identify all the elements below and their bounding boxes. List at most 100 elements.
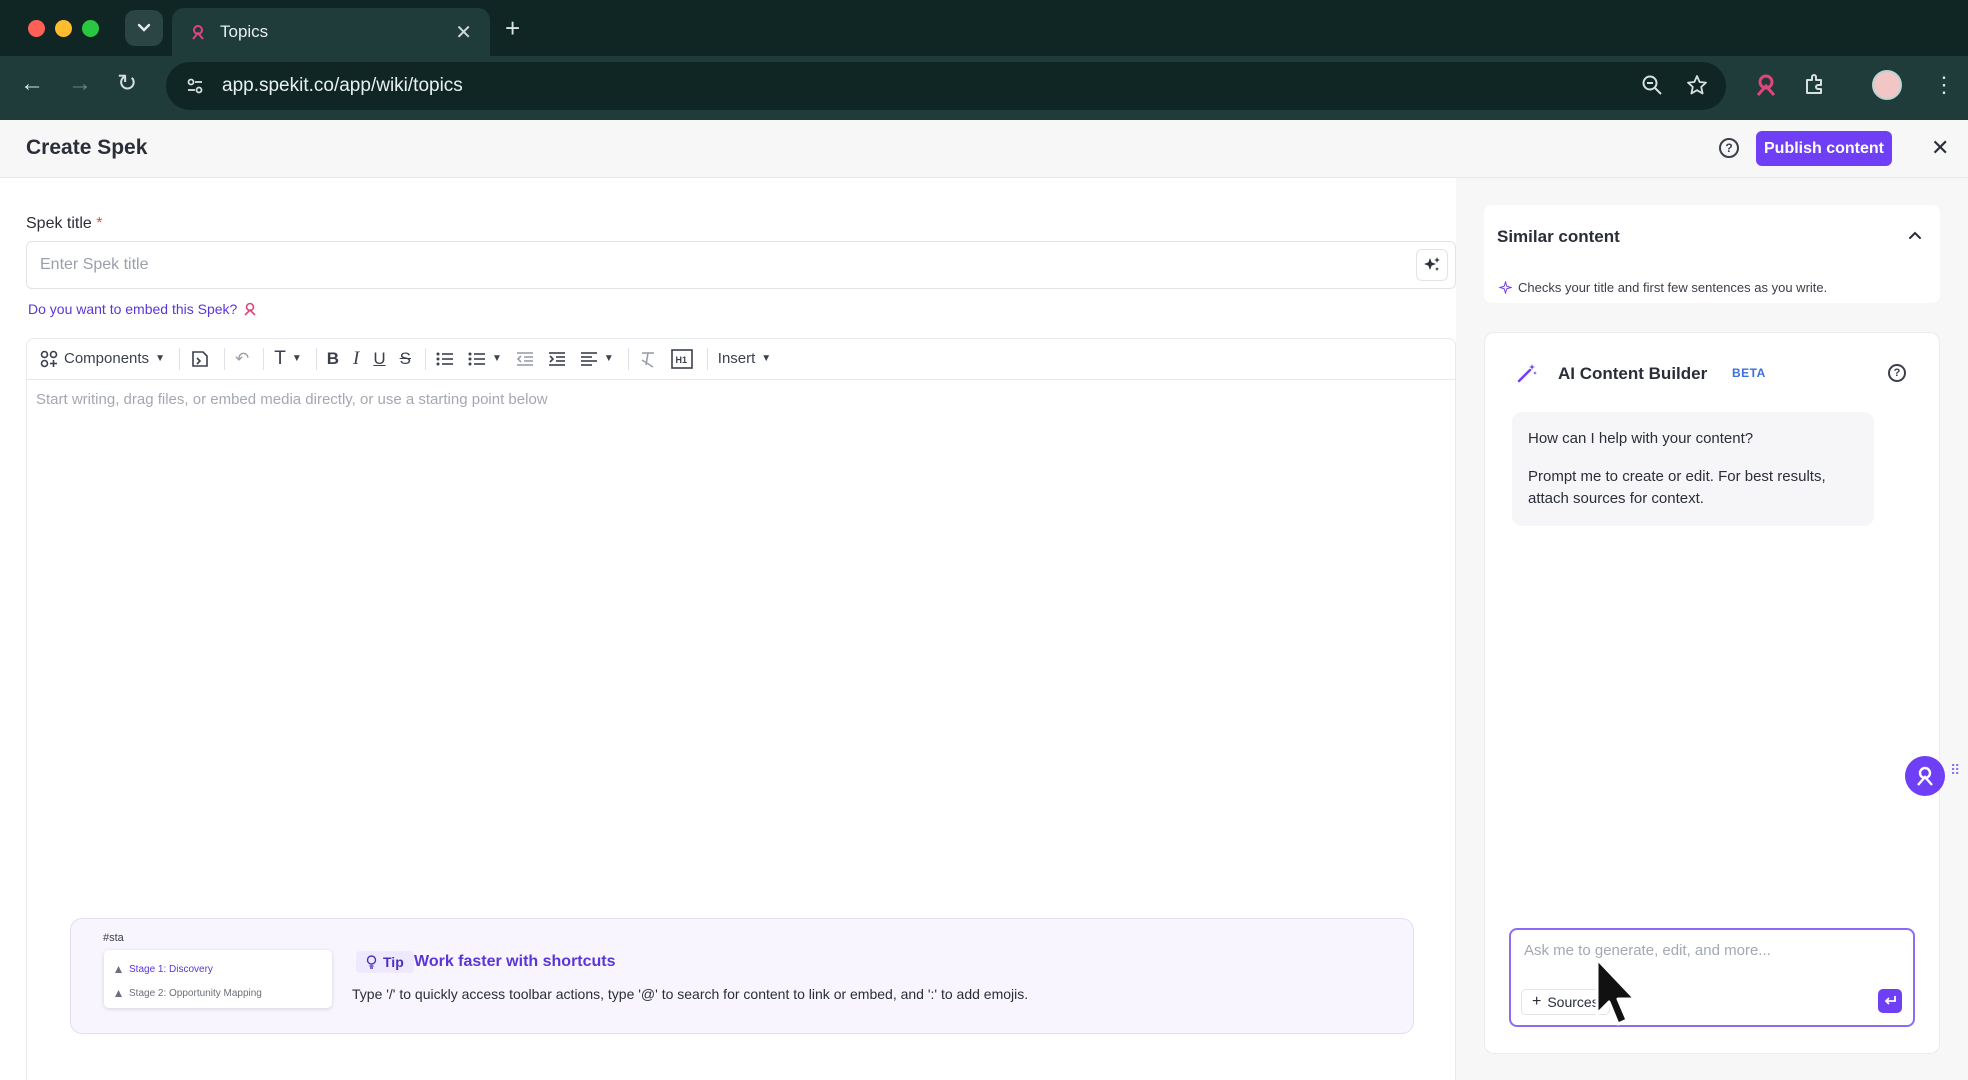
plus-icon: + (1532, 993, 1542, 1010)
ai-rewrite-icon (192, 350, 208, 367)
drag-handle-icon[interactable]: ⠿ (1950, 763, 1960, 777)
indent-icon (548, 351, 565, 366)
editor-toolbar: Components ▼ ↶ T ▼ B I U S ▼ ▼ H1 Insert … (26, 338, 1456, 380)
align-left-icon (580, 351, 597, 366)
bold-button[interactable]: B (327, 349, 339, 369)
extensions-puzzle-icon[interactable] (1803, 72, 1827, 96)
zoom-icon[interactable] (1641, 74, 1663, 96)
chevron-down-icon: ▼ (291, 353, 302, 364)
spekit-logo-icon (244, 302, 256, 316)
chevron-down-icon: ▼ (603, 353, 614, 364)
clear-format-icon (641, 351, 654, 368)
required-mark: * (96, 215, 103, 232)
help-icon[interactable]: ? (1888, 364, 1906, 382)
window-maximize-button[interactable] (82, 20, 99, 37)
chevron-down-icon: ▼ (761, 353, 772, 364)
components-button[interactable]: Components ▼ (40, 350, 165, 368)
tip-preview-item: Stage 2: Opportunity Mapping (114, 988, 262, 999)
mouse-cursor-icon (1595, 957, 1637, 1026)
tip-preview-item: Stage 1: Discovery (114, 964, 213, 975)
spekit-logo-icon (1917, 766, 1933, 786)
sparkle-icon (1499, 281, 1512, 294)
page-title: Create Spek (26, 136, 148, 159)
tab-close-icon[interactable]: ✕ (455, 20, 472, 45)
tip-title: Work faster with shortcuts (414, 953, 616, 970)
heading-one-icon: H1 (670, 348, 693, 369)
strikethrough-button[interactable]: S (400, 349, 411, 369)
help-icon[interactable]: ? (1719, 138, 1739, 158)
numbered-list-icon (468, 352, 485, 365)
sparkle-icon (1424, 257, 1440, 271)
insert-button[interactable]: Insert ▼ (718, 350, 771, 367)
toolbar-divider (424, 347, 426, 370)
magic-wand-icon (1517, 364, 1537, 383)
lightbulb-icon (366, 955, 377, 969)
underline-button[interactable]: U (373, 349, 385, 369)
tip-body: Type '/' to quickly access toolbar actio… (352, 986, 1029, 1002)
chevron-down-icon (137, 23, 151, 32)
similar-content-note: Checks your title and first few sentence… (1499, 280, 1827, 295)
enter-icon (1884, 996, 1896, 1005)
components-label: Components (64, 350, 150, 367)
tab-title: Topics (220, 22, 269, 41)
browser-menu-icon[interactable]: ⋮ (1933, 72, 1955, 98)
heading-one-button[interactable]: H1 (670, 348, 693, 369)
text-style-button[interactable]: T ▼ (274, 348, 302, 370)
toolbar-divider (223, 347, 225, 370)
indent-button[interactable] (548, 351, 566, 367)
ai-message-line: Prompt me to create or edit. For best re… (1528, 468, 1826, 507)
toolbar-divider (706, 347, 708, 370)
outdent-icon (516, 351, 533, 366)
numbered-list-button[interactable]: ▼ (468, 351, 502, 367)
spekit-extension-icon[interactable] (1753, 72, 1779, 98)
svg-text:H1: H1 (675, 355, 687, 365)
ai-prompt-input[interactable] (1524, 942, 1894, 959)
window-minimize-button[interactable] (55, 20, 72, 37)
back-button[interactable]: ← (20, 72, 44, 96)
spekit-logo-icon (192, 25, 204, 40)
profile-avatar[interactable] (1872, 70, 1902, 100)
outdent-button[interactable] (516, 351, 534, 367)
tab-search-button[interactable] (125, 10, 163, 46)
align-button[interactable]: ▼ (580, 351, 614, 367)
chevron-down-icon: ▼ (491, 353, 502, 364)
url-text: app.spekit.co/app/wiki/topics (222, 75, 463, 96)
spek-title-input[interactable] (26, 241, 1456, 289)
tip-preview-query: #sta (103, 932, 124, 944)
browser-tab-topics[interactable]: Topics ✕ (172, 8, 490, 56)
spekit-assistant-button[interactable] (1905, 756, 1945, 796)
clear-format-button[interactable] (639, 350, 657, 368)
components-icon (40, 350, 58, 367)
window-close-button[interactable] (28, 20, 45, 37)
publish-content-button[interactable]: Publish content (1756, 131, 1892, 166)
embed-spek-link[interactable]: Do you want to embed this Spek? (28, 301, 257, 317)
ai-title-suggest-button[interactable] (1416, 249, 1448, 281)
chevron-down-icon: ▼ (155, 353, 165, 364)
toolbar-divider (263, 347, 265, 370)
tip-preview-menu: Stage 1: Discovery Stage 2: Opportunity … (104, 950, 332, 1008)
insert-label: Insert (717, 350, 756, 367)
address-bar[interactable]: app.spekit.co/app/wiki/topics (166, 62, 1726, 110)
app-header (0, 120, 1968, 178)
ai-rewrite-button[interactable] (190, 349, 210, 369)
new-tab-button[interactable]: + (505, 14, 520, 42)
bookmark-star-icon[interactable] (1686, 74, 1708, 96)
tip-badge: Tip (356, 951, 414, 973)
forward-button[interactable]: → (68, 72, 92, 96)
undo-button[interactable]: ↶ (235, 349, 249, 369)
bullet-list-button[interactable] (436, 351, 454, 367)
site-settings-icon (187, 78, 203, 94)
close-icon[interactable]: ✕ (1931, 135, 1949, 161)
italic-button[interactable]: I (353, 348, 359, 370)
send-prompt-button[interactable] (1878, 989, 1902, 1013)
beta-badge: BETA (1732, 366, 1766, 380)
spek-icon (115, 990, 122, 997)
reload-button[interactable]: ↻ (117, 72, 137, 96)
editor-placeholder: Start writing, drag files, or embed medi… (36, 391, 548, 408)
text-style-icon: T (274, 347, 286, 369)
toolbar-divider (178, 347, 180, 370)
spek-title-label: Spek title * (26, 215, 103, 232)
chevron-up-icon[interactable] (1908, 227, 1922, 245)
ai-message-line: How can I help with your content? (1528, 430, 1754, 447)
ai-builder-title: AI Content Builder (1558, 364, 1708, 383)
